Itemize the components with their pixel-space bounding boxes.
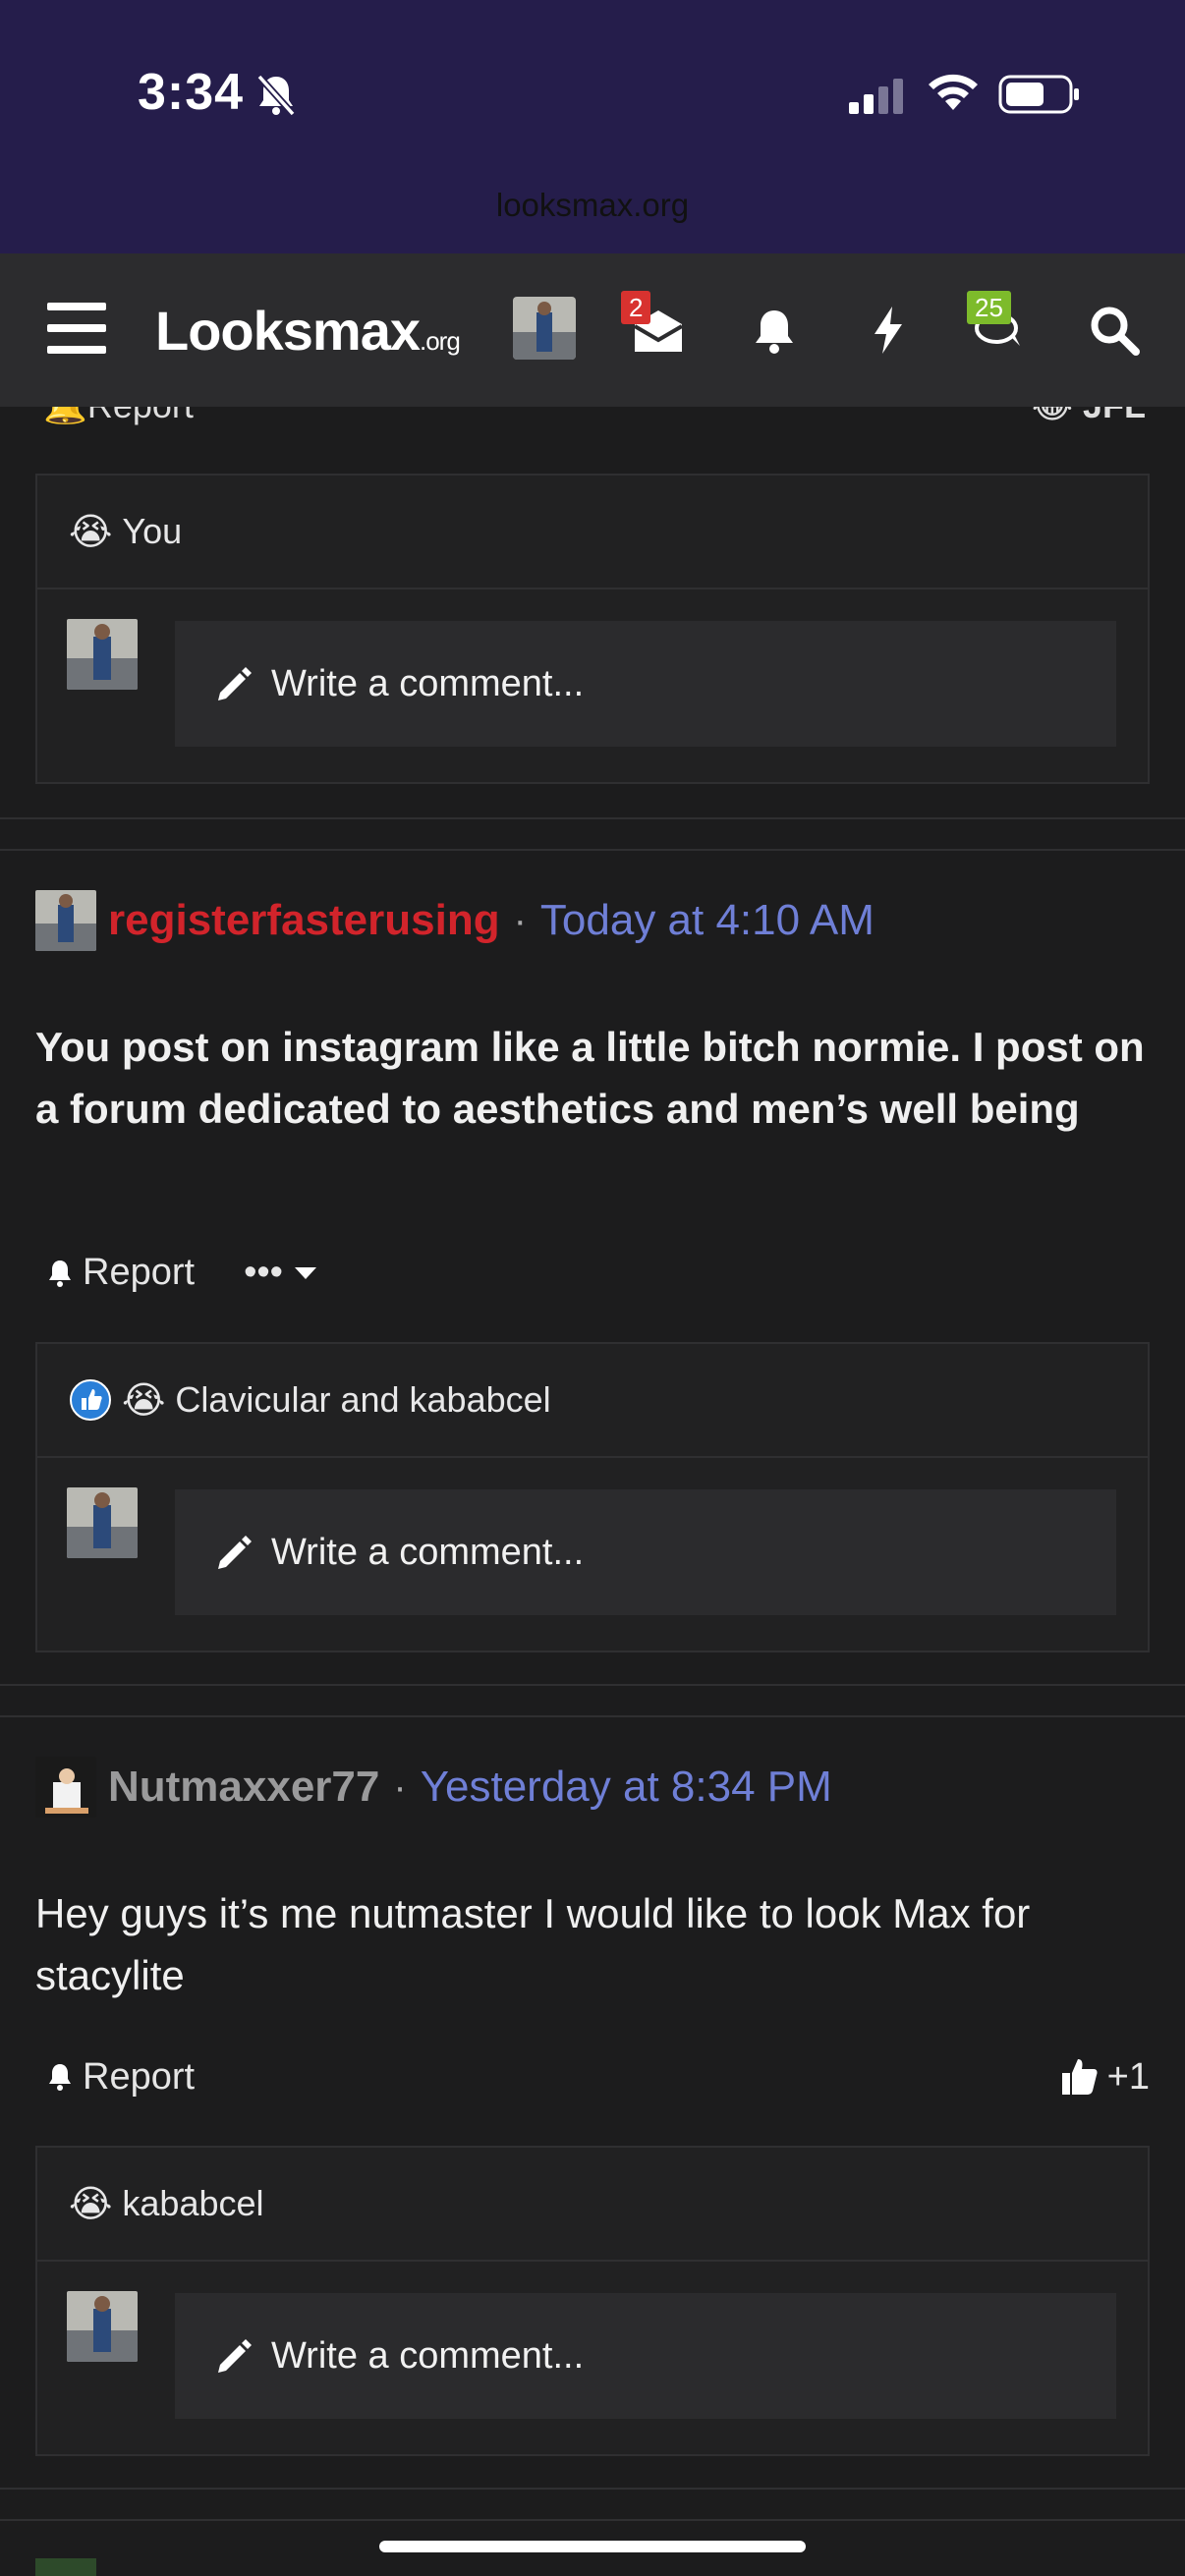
caret-down-icon [294,1266,316,1279]
reaction-jfl[interactable]: 😂 JFL [1032,407,1146,426]
divider [0,1715,1185,1717]
post-header: registerfasterusing · Today at 4:10 AM [35,890,875,951]
comment-input[interactable]: Write a comment... [175,2293,1116,2419]
menu-icon[interactable] [47,303,106,354]
status-bar: 3:34 looksmax.org [0,0,1185,253]
post-actions: Report ••• [43,1252,1150,1294]
more-options-dropdown[interactable]: ••• [244,1252,320,1294]
comment-input[interactable]: Write a comment... [175,1489,1116,1615]
divider [0,2488,1185,2490]
thread-content: 🔔Report 😂 JFL 😭 You Write a comment... r… [0,407,1185,2576]
divider [0,2519,1185,2521]
crying-laughing-icon: 😭 [69,511,113,553]
avatar[interactable] [35,1757,96,1818]
search-icon[interactable] [1085,301,1144,360]
divider [0,849,1185,851]
avatar[interactable] [67,2291,138,2362]
pencil-icon [218,667,252,700]
post-body: Hey guys it’s me nutmaster I would like … [35,1890,1031,1998]
avatar[interactable] [35,2558,96,2576]
wifi-icon [929,74,978,110]
reaction-comment-box: 😭 You Write a comment... [35,474,1150,784]
divider [0,817,1185,819]
site-logo[interactable]: Looksmax.org [155,299,461,363]
post-actions: Report +1 [43,2055,1150,2099]
user-avatar[interactable] [513,297,576,360]
notifications-bell-icon[interactable] [745,301,804,360]
url-bar[interactable]: looksmax.org [0,187,1185,224]
report-link[interactable]: Report [43,1252,195,1294]
report-link[interactable]: Report [43,2056,195,2099]
comment-row: Write a comment... [37,589,1148,782]
avatar[interactable] [67,1487,138,1558]
comment-input[interactable]: Write a comment... [175,621,1116,747]
bell-muted-icon [256,74,296,117]
thumbs-up-icon [1061,2059,1098,2095]
home-indicator[interactable] [379,2541,806,2552]
reaction-summary[interactable]: 😭 kababcel [37,2148,1148,2262]
report-link[interactable]: 🔔Report [43,407,194,426]
inbox-badge: 2 [621,291,651,324]
pencil-icon [218,2339,252,2373]
crying-laughing-icon: 😭 [69,2183,113,2225]
avatar[interactable] [35,890,96,951]
reaction-comment-box: 😭 kababcel Write a comment... [35,2146,1150,2456]
pencil-icon [218,1536,252,1569]
bell-icon [49,1260,71,1287]
crying-laughing-icon: 😭 [122,1379,166,1422]
conversations-badge: 25 [967,291,1011,324]
reaction-summary[interactable]: 😭 Clavicular and kababcel [37,1344,1148,1458]
like-button[interactable]: +1 [1058,2055,1150,2099]
bell-icon [49,2064,71,2091]
avatar[interactable] [67,619,138,690]
top-navigation: Looksmax.org 2 25 [0,253,1185,407]
divider [0,1684,1185,1686]
reaction-comment-box: 😭 Clavicular and kababcel Write a commen… [35,1342,1150,1652]
username-link[interactable]: registerfasterusing [108,896,500,945]
clock: 3:34 [138,64,245,121]
post-header: Nutmaxxer77 · Yesterday at 8:34 PM [35,1757,832,1818]
username-link[interactable]: Nutmaxxer77 [108,1763,379,1812]
post-body: You post on instagram like a little bitc… [35,1024,1145,1132]
lightning-icon[interactable] [859,301,918,360]
post-timestamp[interactable]: Yesterday at 8:34 PM [421,1763,832,1812]
like-reaction-icon [70,1379,111,1421]
reaction-summary[interactable]: 😭 You [37,476,1148,589]
comment-row: Write a comment... [37,2262,1148,2454]
battery-icon [998,75,1079,114]
cellular-signal-icon [849,79,903,114]
post-timestamp[interactable]: Today at 4:10 AM [540,896,875,945]
comment-row: Write a comment... [37,1458,1148,1651]
